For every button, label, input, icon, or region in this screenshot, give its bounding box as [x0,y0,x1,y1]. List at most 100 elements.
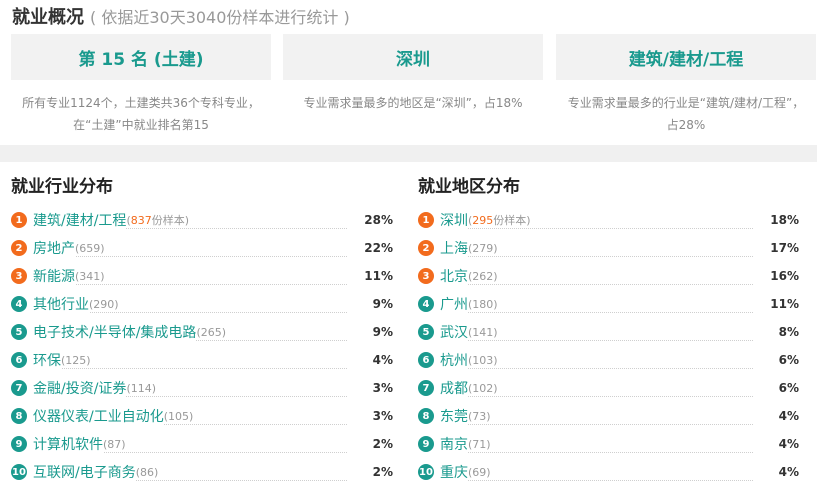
sample-count: (279) [468,241,500,255]
industry-name-link[interactable]: 仪器仪表/工业自动化 [33,406,164,426]
sample-count: (71) [468,437,493,451]
region-row: 3 北京 (262) 16% [418,262,799,290]
region-name-link[interactable]: 北京 [440,266,468,286]
sample-count: (180) [468,297,500,311]
industry-name-link[interactable]: 其他行业 [33,294,89,314]
sample-count-prefix: (87) [103,437,126,451]
industry-row: 1 建筑/建材/工程 (837份样本) 28% [11,206,393,234]
rank-badge: 10 [418,464,434,480]
industry-panel-title: 就业行业分布 [11,177,113,197]
industry-name-link[interactable]: 电子技术/半导体/集成电路 [33,322,197,342]
summary-card-description: 专业需求量最多的地区是“深圳”，占18% [303,96,523,110]
sample-count: (103) [468,353,500,367]
sample-count: (265) [196,325,229,339]
sample-count: (295份样本) [468,212,533,228]
overview-header: 就业概况 ( 依据近30天3040份样本进行统计 ) [12,3,350,28]
overview-subtitle: ( 依据近30天3040份样本进行统计 ) [90,8,350,27]
sample-count: (69) [468,465,493,479]
summary-card-description: 专业需求量最多的行业是“建筑/建材/工程”，占28% [567,96,805,132]
sample-count-prefix: (71) [468,437,491,451]
industry-row: 6 环保 (125) 4% [11,346,393,374]
industry-name-link[interactable]: 建筑/建材/工程 [33,210,127,230]
rank-badge: 5 [11,324,27,340]
industry-name-link[interactable]: 房地产 [33,238,75,258]
rank-badge: 1 [11,212,27,228]
rank-badge: 10 [11,464,27,480]
sample-count-prefix: (103) [468,353,498,367]
summary-card-rank: 第 15 名 (土建) 所有专业1124个，土建类共36个专科专业，在“土建”中… [11,34,271,140]
region-percentage: 8% [774,318,799,346]
sample-count-prefix: (290) [89,297,119,311]
region-name-link[interactable]: 广州 [440,294,468,314]
region-percentage: 6% [774,374,799,402]
industry-row: 2 房地产 (659) 22% [11,234,393,262]
rank-badge: 9 [11,436,27,452]
industry-row: 8 仪器仪表/工业自动化 (105) 3% [11,402,393,430]
industry-panel: 就业行业分布 1 建筑/建材/工程 (837份样本) 28% 2 房地产 (659) 22% 3… [11,172,393,486]
sample-count-prefix: (279) [468,241,498,255]
rank-badge: 9 [418,436,434,452]
sample-count-number: 837 [130,214,152,227]
sample-count-prefix: (341) [75,269,105,283]
rank-badge: 1 [418,212,434,228]
sample-count: (87) [103,437,128,451]
industry-percentage: 11% [360,262,393,290]
sample-count: (141) [468,325,500,339]
region-row: 10 重庆 (69) 4% [418,458,799,486]
industry-percentage: 3% [368,402,393,430]
industry-row: 9 计算机软件 (87) 2% [11,430,393,458]
rank-badge: 7 [11,380,27,396]
region-list: 1 深圳 (295份样本) 18% 2 上海 (279) 17% 3 北京 (262) 16% 4 广州(… [418,206,799,486]
industry-percentage: 9% [368,290,393,318]
section-divider [0,145,817,162]
sample-count-prefix: (114) [126,381,157,395]
region-panel: 就业地区分布 1 深圳 (295份样本) 18% 2 上海 (279) 17% 3 北京 (262)… [418,172,799,486]
region-name-link[interactable]: 深圳 [440,210,468,230]
sample-count-prefix: (86) [135,465,159,479]
rank-badge: 7 [418,380,434,396]
region-name-link[interactable]: 成都 [440,378,468,398]
industry-row: 4 其他行业 (290) 9% [11,290,393,318]
industry-percentage: 4% [368,346,393,374]
industry-name-link[interactable]: 金融/投资/证券 [33,378,127,398]
industry-name-link[interactable]: 环保 [33,350,61,370]
region-percentage: 4% [774,458,799,486]
sample-count-suffix: 份样本) [493,214,531,227]
industry-row: 7 金融/投资/证券 (114) 3% [11,374,393,402]
sample-count: (262) [468,269,500,283]
rank-badge: 6 [11,352,27,368]
region-name-link[interactable]: 上海 [440,238,468,258]
region-name-link[interactable]: 重庆 [440,462,468,482]
sample-count-prefix: (69) [468,465,491,479]
rank-badge: 2 [11,240,27,256]
rank-badge: 8 [418,408,434,424]
region-name-link[interactable]: 杭州 [440,350,468,370]
region-row: 9 南京 (71) 4% [418,430,799,458]
industry-list: 1 建筑/建材/工程 (837份样本) 28% 2 房地产 (659) 22% 3 新能源 (341… [11,206,393,486]
sample-count: (125) [61,353,93,367]
sample-count: (105) [163,409,196,423]
region-row: 7 成都 (102) 6% [418,374,799,402]
sample-count-prefix: (265) [196,325,227,339]
industry-name-link[interactable]: 互联网/电子商务 [33,462,136,482]
summary-card-description: 所有专业1124个，土建类共36个专科专业，在“土建”中就业排名第15 [22,96,260,132]
region-name-link[interactable]: 南京 [440,434,468,454]
summary-card-industry: 建筑/建材/工程 专业需求量最多的行业是“建筑/建材/工程”，占28% [556,34,816,140]
region-percentage: 11% [766,290,799,318]
sample-count-prefix: (180) [468,297,498,311]
region-name-link[interactable]: 武汉 [440,322,468,342]
industry-percentage: 2% [368,458,393,486]
industry-name-link[interactable]: 新能源 [33,266,75,286]
region-percentage: 4% [774,430,799,458]
region-percentage: 6% [774,346,799,374]
industry-percentage: 3% [368,374,393,402]
region-row: 1 深圳 (295份样本) 18% [418,206,799,234]
region-name-link[interactable]: 东莞 [440,406,468,426]
sample-count: (73) [468,409,493,423]
industry-name-link[interactable]: 计算机软件 [33,434,103,454]
sample-count-number: 295 [472,214,494,227]
sample-count-prefix: (659) [75,241,105,255]
sample-count: (659) [75,241,107,255]
industry-row: 5 电子技术/半导体/集成电路 (265) 9% [11,318,393,346]
sample-count-prefix: (262) [468,269,498,283]
